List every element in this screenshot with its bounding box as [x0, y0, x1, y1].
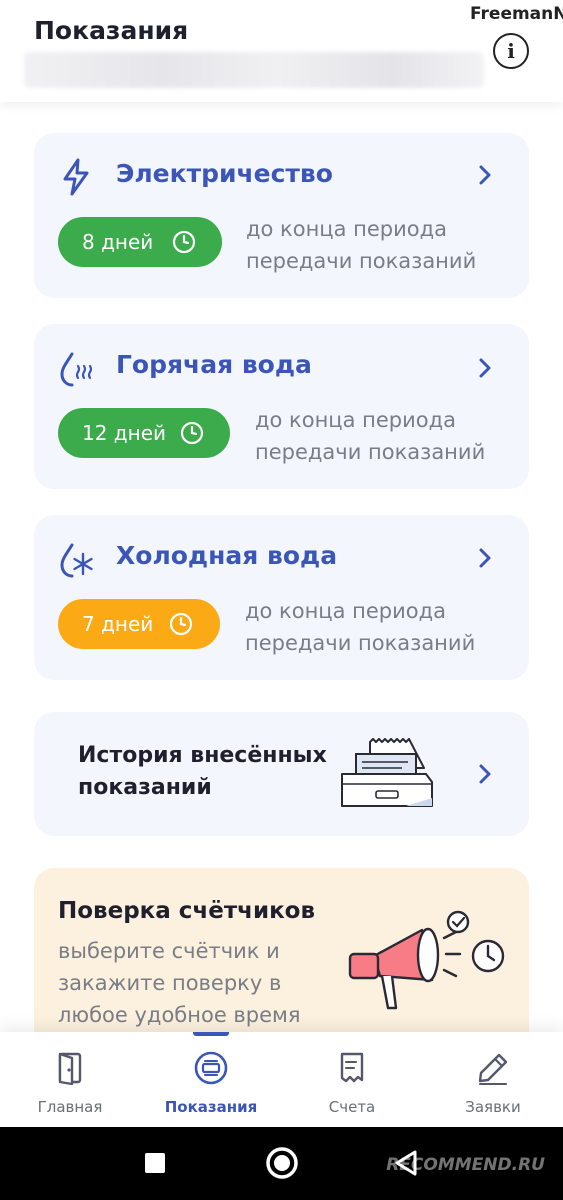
utility-title: Холодная вода: [116, 541, 338, 570]
hot-water-icon: [60, 352, 93, 387]
door-icon: [58, 1052, 82, 1086]
pencil-icon: [478, 1053, 508, 1085]
nav-item-home[interactable]: Главная: [0, 1032, 140, 1127]
clock-icon: [169, 612, 193, 636]
period-caption: до конца периода передачи показаний: [255, 408, 486, 464]
bottom-navigation: Главная Показания Счета Заявки: [0, 1032, 563, 1127]
nav-item-bills[interactable]: Счета: [282, 1032, 422, 1127]
receipt-icon: [340, 1052, 364, 1083]
utility-card-hot-water[interactable]: Горячая вода 12 дней до конца периода пе…: [34, 324, 529, 489]
home-circle-icon[interactable]: [264, 1145, 300, 1181]
recents-icon[interactable]: [143, 1151, 167, 1175]
days-left-text: 12 дней: [82, 421, 167, 445]
active-tab-indicator: [193, 1032, 229, 1036]
clock-icon: [172, 230, 196, 254]
cold-water-icon: [60, 543, 93, 578]
days-left-badge: 12 дней: [58, 408, 230, 458]
nav-label: Показания: [164, 1098, 258, 1116]
archive-drawer-icon: [341, 738, 433, 807]
period-caption: до конца периода передачи показаний: [246, 217, 477, 273]
days-left-text: 8 дней: [82, 230, 154, 254]
days-left-text: 7 дней: [82, 612, 154, 636]
utility-card-electricity[interactable]: Электричество 8 дней до конца периода пе…: [34, 133, 529, 298]
nav-label: Заявки: [465, 1098, 521, 1116]
clock-icon: [180, 421, 204, 445]
days-left-badge: 8 дней: [58, 217, 222, 267]
lightning-icon: [63, 158, 89, 196]
app-header: Показания FreemanN i: [0, 0, 563, 102]
chevron-right-icon: [479, 358, 491, 378]
promo-description: выберите счётчик и закажите поверку в лю…: [58, 939, 301, 1027]
page-title: Показания: [34, 16, 189, 45]
utility-card-cold-water[interactable]: Холодная вода 7 дней до конца периода пе…: [34, 515, 529, 680]
history-title: История внесённых показаний: [78, 743, 327, 800]
info-icon[interactable]: i: [493, 33, 529, 69]
chevron-right-icon: [479, 764, 491, 784]
utility-title: Горячая вода: [116, 350, 312, 379]
megaphone-icon: [348, 910, 505, 1010]
meter-icon: [194, 1051, 228, 1085]
nav-item-requests[interactable]: Заявки: [423, 1032, 563, 1127]
address-selector-blurred[interactable]: [24, 52, 484, 88]
history-card[interactable]: История внесённых показаний: [34, 712, 529, 836]
promo-title: Поверка счётчиков: [58, 898, 316, 924]
period-caption: до конца периода передачи показаний: [245, 599, 476, 655]
days-left-badge: 7 дней: [58, 599, 220, 649]
utility-title: Электричество: [116, 159, 333, 188]
chevron-right-icon: [479, 548, 491, 568]
nav-label: Счета: [328, 1098, 376, 1116]
system-navigation-bar: RECOMMEND.RU: [0, 1127, 563, 1200]
username-watermark: FreemanN: [470, 4, 563, 24]
nav-label: Главная: [37, 1098, 103, 1116]
nav-item-readings[interactable]: Показания: [141, 1032, 281, 1127]
recommend-watermark: RECOMMEND.RU: [386, 1155, 545, 1175]
chevron-right-icon: [479, 165, 491, 185]
